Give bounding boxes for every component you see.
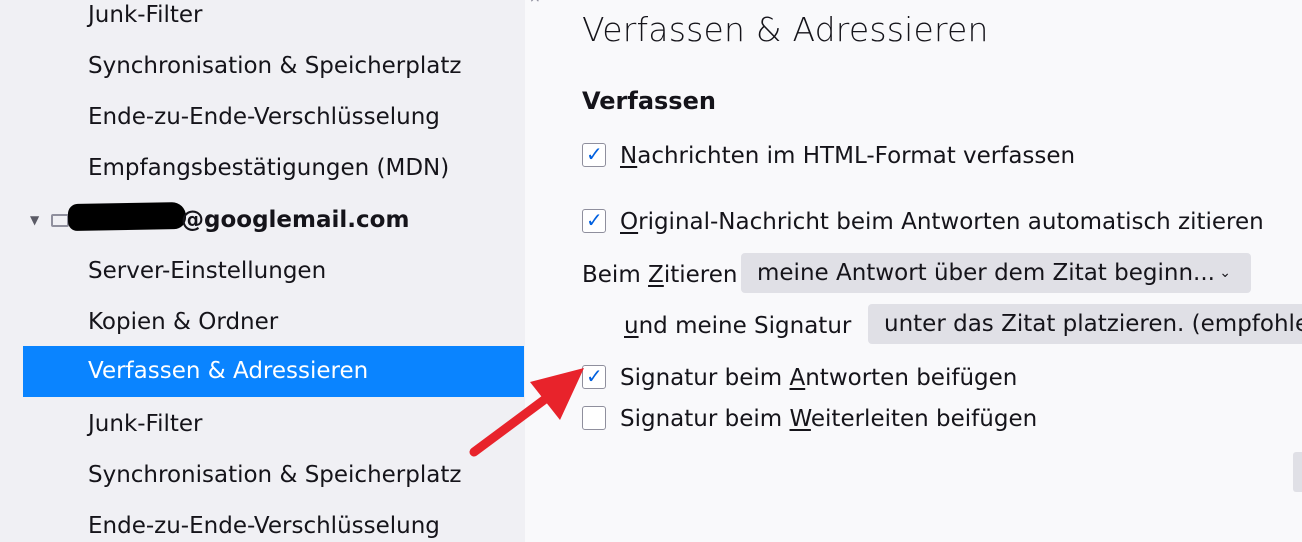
- composition-settings-panel: Verfassen & Adressieren Verfassen ✓ Nach…: [548, 0, 1302, 542]
- sidebar-item-sync-storage[interactable]: Synchronisation & Speicherplatz: [23, 450, 524, 501]
- chevron-down-icon[interactable]: ▼: [30, 195, 39, 246]
- sidebar-account-row[interactable]: ▼ @googlemail.com: [0, 195, 524, 246]
- quote-mode-select[interactable]: meine Antwort über dem Zitat beginn... ⌄: [741, 253, 1251, 293]
- sidebar-item-junk-filter[interactable]: Junk-Filter: [23, 399, 524, 450]
- sidebar-item-e2e-encryption[interactable]: Ende-zu-Ende-Verschlüsselung: [23, 501, 524, 542]
- account-name: @googlemail.com: [181, 207, 410, 233]
- settings-window: Junk-Filter Synchronisation & Speicherpl…: [0, 0, 1302, 542]
- sidebar-item-sync-storage[interactable]: Synchronisation & Speicherplatz: [23, 41, 524, 92]
- sidebar-item-composition-addressing[interactable]: Verfassen & Adressieren: [23, 346, 524, 397]
- sig-forward-checkbox-row[interactable]: Signatur beim Weiterleiten beifügen: [582, 404, 1082, 434]
- redaction-mark: [67, 201, 187, 232]
- section-title-compose: Verfassen: [582, 87, 716, 115]
- signature-position-label: und meine Signatur: [624, 313, 852, 339]
- checkmark-icon: ✓: [586, 208, 603, 232]
- sidebar-item-return-receipts[interactable]: Empfangsbestätigungen (MDN): [23, 143, 524, 194]
- quote-mode-label: Beim Zitieren: [582, 262, 738, 288]
- auto-quote-checkbox[interactable]: ✓: [582, 208, 606, 233]
- page-title: Verfassen & Adressieren: [582, 10, 989, 49]
- sig-reply-label[interactable]: Signatur beim Antworten beifügen: [620, 363, 1017, 393]
- sidebar-splitter[interactable]: ×: [525, 0, 548, 542]
- auto-quote-checkbox-row[interactable]: ✓ Original-Nachricht beim Antworten auto…: [582, 207, 1302, 237]
- html-format-checkbox[interactable]: ✓: [582, 142, 606, 167]
- sidebar-item-server-settings[interactable]: Server-Einstellungen: [23, 246, 524, 297]
- sig-reply-checkbox-row[interactable]: ✓ Signatur beim Antworten beifügen: [582, 363, 1082, 393]
- arrow-shaft: [469, 389, 557, 457]
- mail-account-icon: [51, 214, 69, 227]
- auto-quote-label[interactable]: Original-Nachricht beim Antworten automa…: [620, 207, 1264, 237]
- sidebar-item-junk-filter[interactable]: Junk-Filter: [23, 0, 524, 41]
- checkmark-icon: ✓: [586, 142, 603, 166]
- sidebar-item-copies-folders[interactable]: Kopien & Ordner: [23, 297, 524, 348]
- account-settings-sidebar: Junk-Filter Synchronisation & Speicherpl…: [0, 0, 525, 542]
- sig-forward-label[interactable]: Signatur beim Weiterleiten beifügen: [620, 404, 1037, 434]
- signature-position-select[interactable]: unter das Zitat platzieren. (empfohlen): [868, 304, 1302, 344]
- annotation-arrow-icon: [469, 368, 584, 457]
- html-format-checkbox-row[interactable]: ✓ Nachrichten im HTML-Format verfassen: [582, 141, 1282, 171]
- button-edge[interactable]: [1293, 452, 1302, 492]
- chevron-down-icon: ⌄: [1219, 265, 1231, 281]
- sidebar-item-e2e-encryption[interactable]: Ende-zu-Ende-Verschlüsselung: [23, 92, 524, 143]
- html-format-label[interactable]: Nachrichten im HTML-Format verfassen: [620, 141, 1075, 171]
- arrow-head: [530, 368, 584, 420]
- close-icon[interactable]: ×: [529, 0, 541, 5]
